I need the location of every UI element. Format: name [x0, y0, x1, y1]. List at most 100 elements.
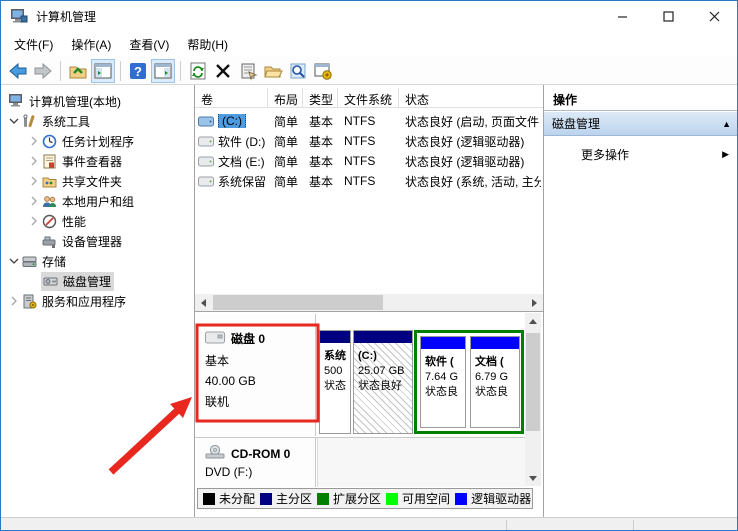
show-action-pane-icon[interactable] — [151, 59, 175, 83]
legend-swatch-primary — [260, 493, 272, 505]
volume-type: 基本 — [303, 133, 338, 150]
cdrom-label-cell[interactable]: CD-ROM 0 DVD (F:) — [197, 438, 316, 487]
open-folder-icon[interactable] — [261, 59, 285, 83]
column-header-volume[interactable]: 卷 — [195, 88, 268, 108]
partition-name: 文档 ( — [475, 355, 516, 370]
partition-status: 状态良 — [425, 385, 462, 400]
tree-item-label: 本地用户和组 — [62, 193, 134, 210]
volume-row[interactable]: 软件 (D:) 简单 基本 NTFS 状态良好 (逻辑驱动器) — [195, 131, 543, 151]
scroll-down-icon[interactable] — [525, 470, 541, 486]
scroll-left-icon[interactable] — [195, 294, 212, 311]
vertical-scrollbar[interactable] — [525, 313, 541, 486]
menu-view[interactable]: 查看(V) — [120, 32, 178, 57]
console-options-icon[interactable] — [311, 59, 335, 83]
tree-item-system-tools[interactable]: 系统工具 — [1, 111, 194, 131]
chevron-collapsed-icon[interactable] — [27, 176, 41, 186]
event-viewer-icon — [41, 154, 58, 169]
chevron-collapsed-icon[interactable] — [7, 296, 21, 306]
partition-documents[interactable]: 文档 ( 6.79 G 状态良 — [470, 336, 520, 428]
scroll-up-icon[interactable] — [525, 313, 541, 329]
partition-status: 状态良 — [475, 385, 516, 400]
disk0-type: 基本 — [205, 352, 309, 369]
scrollbar-thumb[interactable] — [213, 295, 383, 310]
forward-icon[interactable] — [31, 59, 55, 83]
tree-item-local-users-groups[interactable]: 本地用户和组 — [1, 191, 194, 211]
menu-help[interactable]: 帮助(H) — [178, 32, 237, 57]
tree-item-task-scheduler[interactable]: 任务计划程序 — [1, 131, 194, 151]
scroll-right-icon[interactable] — [526, 294, 543, 311]
volume-layout: 简单 — [268, 113, 303, 130]
volume-row[interactable]: 文档 (E:) 简单 基本 NTFS 状态良好 (逻辑驱动器) — [195, 151, 543, 171]
menu-file[interactable]: 文件(F) — [5, 32, 62, 57]
column-header-layout[interactable]: 布局 — [268, 88, 303, 108]
tree-item-disk-management[interactable]: 磁盘管理 — [1, 271, 194, 291]
volume-type: 基本 — [303, 173, 338, 190]
volume-row[interactable]: 系统保留 简单 基本 NTFS 状态良好 (系统, 活动, 主分 — [195, 171, 543, 191]
tree-item-shared-folders[interactable]: 共享文件夹 — [1, 171, 194, 191]
toolbar-separator — [60, 61, 61, 81]
partition-system-reserved[interactable]: 系统 500 状态 — [319, 330, 351, 434]
back-icon[interactable] — [6, 59, 30, 83]
storage-icon — [21, 254, 38, 269]
services-applications-icon — [21, 294, 38, 309]
up-one-level-icon[interactable] — [66, 59, 90, 83]
disk0-label-cell[interactable]: 磁盘 0 基本 40.00 GB 联机 — [197, 314, 316, 436]
title-bar: 计算机管理 — [1, 1, 737, 31]
action-section-disk-management[interactable]: 磁盘管理 ▲ — [544, 112, 738, 136]
cdrom-icon — [205, 445, 225, 462]
chevron-collapsed-icon[interactable] — [27, 216, 41, 226]
tree-item-storage[interactable]: 存储 — [1, 251, 194, 271]
legend-item: 扩展分区 — [317, 490, 381, 507]
volume-row[interactable]: (C:) 简单 基本 NTFS 状态良好 (启动, 页面文件 — [195, 111, 543, 131]
tree-item-event-viewer[interactable]: 事件查看器 — [1, 151, 194, 171]
partition-software[interactable]: 软件 ( 7.64 G 状态良 — [420, 336, 466, 428]
help-icon[interactable]: ? — [126, 59, 150, 83]
tree-item-label: 共享文件夹 — [62, 173, 122, 190]
more-actions-label: 更多操作 — [581, 146, 629, 163]
more-actions-item[interactable]: 更多操作 ▶ — [544, 142, 738, 166]
refresh-icon[interactable] — [186, 59, 210, 83]
tree-item-device-manager[interactable]: 设备管理器 — [1, 231, 194, 251]
chevron-expanded-icon[interactable] — [7, 256, 21, 266]
chevron-collapsed-icon[interactable] — [27, 196, 41, 206]
legend-swatch-free — [386, 493, 398, 505]
legend-swatch-unallocated — [203, 493, 215, 505]
volume-list-pane: 卷 布局 类型 文件系统 状态 (C:) 简单 基本 NTFS 状态良好 (启动… — [195, 85, 544, 311]
delete-icon[interactable] — [211, 59, 235, 83]
chevron-collapsed-icon[interactable] — [27, 136, 41, 146]
tree-item-label: 计算机管理(本地) — [29, 93, 121, 110]
close-button[interactable] — [691, 1, 737, 31]
maximize-button[interactable] — [645, 1, 691, 31]
legend-swatch-extended — [317, 493, 329, 505]
tree-item-label: 性能 — [62, 213, 86, 230]
minimize-button[interactable] — [599, 1, 645, 31]
volume-name: 文档 (E:) — [216, 153, 268, 170]
tree-item-label: 任务计划程序 — [62, 133, 134, 150]
volume-fs: NTFS — [338, 154, 399, 168]
legend-label: 未分配 — [219, 490, 255, 507]
partition-c[interactable]: (C:) 25.07 GB 状态良好 — [353, 330, 413, 434]
column-header-status[interactable]: 状态 — [399, 88, 544, 108]
collapse-icon[interactable]: ▲ — [722, 119, 731, 129]
column-header-filesystem[interactable]: 文件系统 — [338, 88, 399, 108]
disk0-name: 磁盘 0 — [231, 330, 265, 347]
search-icon[interactable] — [286, 59, 310, 83]
volume-name: 软件 (D:) — [216, 133, 268, 150]
logical-drive-stripe — [471, 337, 519, 349]
scrollbar-thumb[interactable] — [526, 333, 540, 431]
tree-item-performance[interactable]: 性能 — [1, 211, 194, 231]
cdrom-name: CD-ROM 0 — [231, 447, 290, 461]
properties-icon[interactable] — [236, 59, 260, 83]
tree-item-computer-management[interactable]: 计算机管理(本地) — [1, 91, 194, 111]
partition-size: 7.64 G — [425, 370, 462, 385]
chevron-collapsed-icon[interactable] — [27, 156, 41, 166]
tree-item-services-applications[interactable]: 服务和应用程序 — [1, 291, 194, 311]
toolbar-separator — [180, 61, 181, 81]
cdrom-empty-area — [317, 438, 525, 487]
computer-management-window: 计算机管理 文件(F) 操作(A) 查看(V) 帮助(H) ? — [0, 0, 738, 531]
column-header-type[interactable]: 类型 — [303, 88, 338, 108]
horizontal-scrollbar[interactable] — [195, 294, 543, 311]
show-console-tree-icon[interactable] — [91, 59, 115, 83]
chevron-expanded-icon[interactable] — [7, 116, 21, 126]
menu-action[interactable]: 操作(A) — [62, 32, 120, 57]
